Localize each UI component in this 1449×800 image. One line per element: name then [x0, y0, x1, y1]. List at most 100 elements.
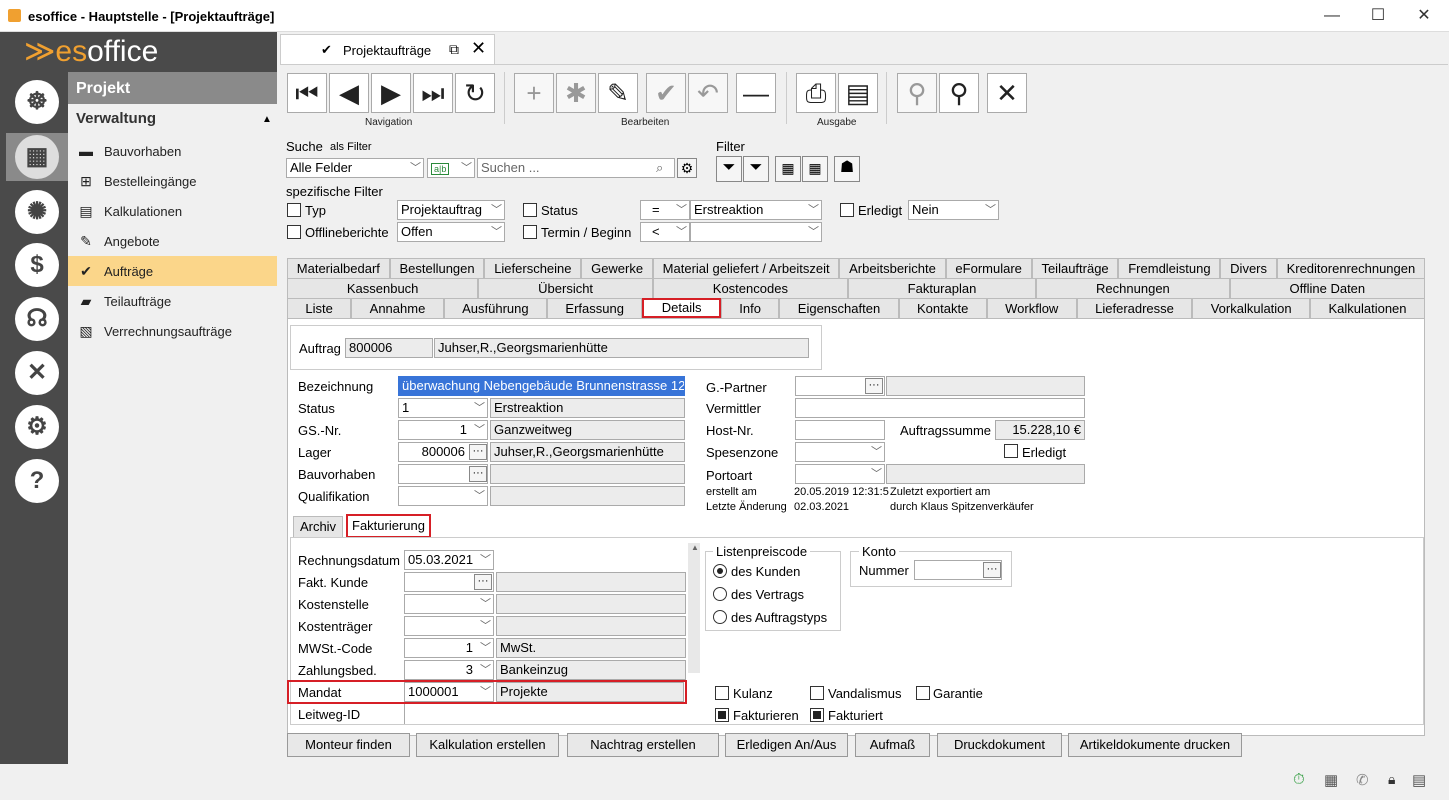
sidebar-item-auftraege[interactable]: ✔ Aufträge — [68, 256, 277, 286]
tab-kassenbuch[interactable]: Kassenbuch — [287, 278, 479, 298]
tab-rechnungen[interactable]: Rechnungen — [1036, 278, 1230, 298]
print-icon[interactable]: ⎙ — [796, 73, 836, 113]
lock-icon[interactable]: 🔒︎ — [1388, 771, 1395, 788]
close-tab-icon[interactable]: ✕ — [471, 38, 486, 59]
tools-icon[interactable]: ✕ — [15, 351, 59, 395]
gears-icon[interactable]: ⚙ — [15, 405, 59, 449]
database-icon[interactable]: ▤ — [1412, 771, 1426, 789]
tab-kontakte[interactable]: Kontakte — [898, 298, 987, 318]
radio-des-vertrags[interactable] — [713, 587, 727, 601]
tab-info[interactable]: Info — [720, 298, 780, 318]
mwst-select[interactable]: 1 ﹀ — [404, 638, 494, 658]
mandat-select[interactable]: 1000001 ﹀ — [404, 682, 494, 702]
export-list-icon[interactable]: ▤ — [838, 73, 878, 113]
walker-icon[interactable]: ⚲ — [897, 73, 937, 113]
rechnungsdatum-picker[interactable]: 05.03.2021 ﹀ — [404, 550, 494, 570]
scroll-up-icon[interactable]: ▲ — [691, 543, 699, 552]
delete-icon[interactable]: — — [736, 73, 776, 113]
document-tab[interactable]: ✔ Projektaufträge ⧉ ✕ — [280, 34, 495, 64]
runner-icon[interactable]: ⚲ — [939, 73, 979, 113]
tab-ausführung[interactable]: Ausführung — [443, 298, 548, 318]
radio-des-kunden[interactable] — [713, 564, 727, 578]
prev-record-button[interactable]: ◀ — [329, 73, 369, 113]
close-window-button[interactable]: ✕ — [1401, 0, 1447, 32]
funnel-edit-icon[interactable]: ⏷ — [743, 156, 769, 182]
tab-kreditorenrechnungen[interactable]: Kreditorenrechnungen — [1276, 258, 1426, 278]
money-icon[interactable]: $ — [15, 243, 59, 287]
termin-value-select[interactable]: ﹀ — [690, 222, 822, 242]
tab-bestellungen[interactable]: Bestellungen — [389, 258, 485, 278]
nachtrag-erstellen-button[interactable]: Nachtrag erstellen — [567, 733, 719, 757]
erledigt-filter-select[interactable]: Nein ﹀ — [908, 200, 999, 220]
artikeldokumente-button[interactable]: Artikeldokumente drucken — [1068, 733, 1242, 757]
headset-icon[interactable]: ☊ — [15, 297, 59, 341]
zahlung-select[interactable]: 3 ﹀ — [404, 660, 494, 680]
termin-checkbox[interactable] — [523, 225, 537, 239]
tab-übersicht[interactable]: Übersicht — [478, 278, 653, 298]
asterisk-icon[interactable]: ✱ — [556, 73, 596, 113]
tab-vorkalkulation[interactable]: Vorkalkulation — [1192, 298, 1311, 318]
popout-icon[interactable]: ⧉ — [449, 41, 459, 58]
vermittler-input[interactable] — [795, 398, 1085, 418]
tab-liste[interactable]: Liste — [287, 298, 352, 318]
offline-checkbox[interactable] — [287, 225, 301, 239]
tab-material-geliefert-arbeitszeit[interactable]: Material geliefert / Arbeitszeit — [652, 258, 840, 278]
tab-kostencodes[interactable]: Kostencodes — [652, 278, 848, 298]
tab-eformulare[interactable]: eFormulare — [945, 258, 1032, 278]
radio-des-auftragstyps[interactable] — [713, 610, 727, 624]
sidebar-item-teilauftraege[interactable]: ▰ Teilaufträge — [68, 286, 277, 316]
tab-archiv[interactable]: Archiv — [293, 516, 343, 537]
tab-workflow[interactable]: Workflow — [986, 298, 1077, 318]
kostenstelle-select[interactable]: ﹀ — [404, 594, 494, 614]
sidebar-section[interactable]: Verwaltung — [76, 110, 156, 127]
alarm-icon[interactable]: ✺ — [15, 190, 59, 234]
tab-fakturierung[interactable]: Fakturierung — [346, 514, 431, 538]
host-input[interactable] — [795, 420, 885, 440]
building-icon[interactable]: ▦ — [1324, 771, 1338, 789]
bauvorhaben-lookup-button[interactable]: ··· — [469, 466, 487, 482]
project-icon[interactable]: ▦ — [15, 135, 59, 179]
aufmass-button[interactable]: Aufmaß — [855, 733, 930, 757]
sidebar-item-verrechnungsauftraege[interactable]: ▧ Verrechnungsaufträge — [68, 316, 277, 346]
tab-gewerke[interactable]: Gewerke — [581, 258, 653, 278]
filter-grid-icon[interactable]: ▦ — [775, 156, 801, 182]
tab-arbeitsberichte[interactable]: Arbeitsberichte — [839, 258, 946, 278]
erledigen-button[interactable]: Erledigen An/Aus — [725, 733, 848, 757]
sidebar-item-bauvorhaben[interactable]: ▬ Bauvorhaben — [68, 136, 277, 166]
search-field-select[interactable]: Alle Felder ﹀ — [286, 158, 424, 178]
phone-icon[interactable]: ✆ — [1356, 771, 1369, 789]
first-record-button[interactable]: ⏮ — [287, 73, 327, 113]
user-filter-icon[interactable]: ☗ — [834, 156, 860, 182]
next-record-button[interactable]: ▶ — [371, 73, 411, 113]
minimize-button[interactable]: — — [1309, 0, 1355, 32]
sidebar-item-angebote[interactable]: ✎ Angebote — [68, 226, 277, 256]
tab-annahme[interactable]: Annahme — [351, 298, 444, 318]
tab-lieferscheine[interactable]: Lieferscheine — [484, 258, 582, 278]
monteur-finden-button[interactable]: Monteur finden — [287, 733, 410, 757]
druckdokument-button[interactable]: Druckdokument — [937, 733, 1062, 757]
sidebar-item-kalkulationen[interactable]: ▤ Kalkulationen — [68, 196, 277, 226]
tab-fremdleistung[interactable]: Fremdleistung — [1118, 258, 1221, 278]
erledigt-checkbox[interactable] — [1004, 444, 1018, 458]
tab-erfassung[interactable]: Erfassung — [547, 298, 643, 318]
stopwatch-icon[interactable]: ⏱ — [1293, 771, 1305, 788]
garantie-checkbox[interactable] — [916, 686, 930, 700]
save-check-icon[interactable]: ✔ — [646, 73, 686, 113]
collapse-icon[interactable]: ▲ — [262, 114, 272, 125]
tab-divers[interactable]: Divers — [1220, 258, 1277, 278]
last-record-button[interactable]: ⏭ — [413, 73, 453, 113]
status-code-select[interactable]: 1 ﹀ — [398, 398, 488, 418]
fakturiert-checkbox[interactable] — [810, 708, 824, 722]
bezeichnung-input[interactable]: überwachung Nebengebäude Brunnenstrasse … — [398, 376, 685, 396]
gpartner-lookup-button[interactable]: ··· — [865, 378, 883, 394]
kalkulation-erstellen-button[interactable]: Kalkulation erstellen — [416, 733, 559, 757]
refresh-button[interactable]: ↻ — [455, 73, 495, 113]
status-value-select[interactable]: Erstreaktion ﹀ — [690, 200, 822, 220]
undo-icon[interactable]: ↶ — [688, 73, 728, 113]
filter-grid-edit-icon[interactable]: ▦ — [802, 156, 828, 182]
tab-teilaufträge[interactable]: Teilaufträge — [1031, 258, 1119, 278]
funnel-icon[interactable]: ⏷ — [716, 156, 742, 182]
add-icon[interactable]: + — [514, 73, 554, 113]
as-filter-label[interactable]: als Filter — [330, 141, 372, 153]
kostentraeger-select[interactable]: ﹀ — [404, 616, 494, 636]
